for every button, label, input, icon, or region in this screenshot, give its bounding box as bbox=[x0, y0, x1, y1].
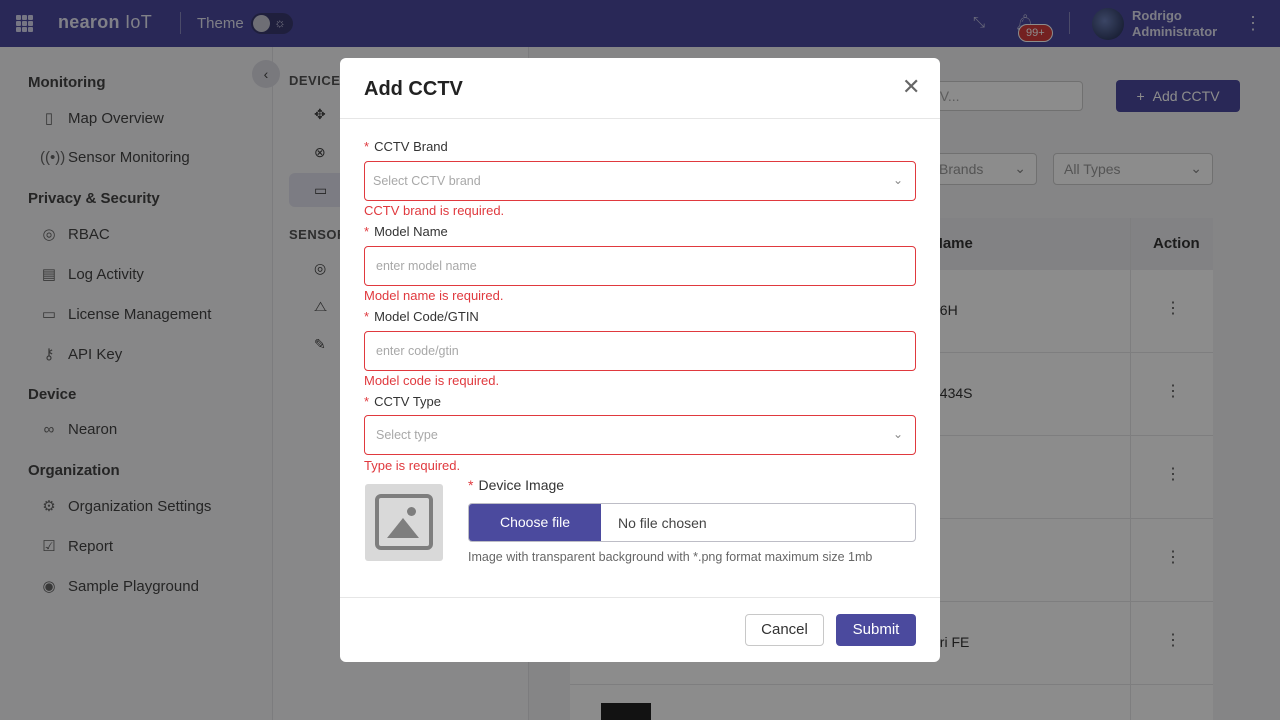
footer-divider bbox=[340, 597, 940, 598]
model-error: Model name is required. bbox=[364, 288, 504, 303]
chevron-down-icon: ⌄ bbox=[892, 427, 903, 441]
type-error: Type is required. bbox=[364, 458, 461, 473]
code-label: * Model Code/GTIN bbox=[364, 309, 479, 324]
header-divider bbox=[340, 118, 940, 119]
type-label: * CCTV Type bbox=[364, 394, 442, 409]
choose-file-button[interactable]: Choose file bbox=[469, 504, 601, 541]
modal-title: Add CCTV bbox=[364, 78, 463, 100]
device-image-label: * Device Image bbox=[468, 477, 565, 493]
brand-placeholder: Select CCTV brand bbox=[373, 174, 481, 188]
brand-select[interactable]: Select CCTV brand ⌄ bbox=[364, 161, 916, 201]
code-error: Model code is required. bbox=[364, 373, 500, 388]
close-icon[interactable]: ✕ bbox=[902, 74, 920, 100]
brand-error: CCTV brand is required. bbox=[364, 203, 505, 218]
model-code-input[interactable]: enter code/gtin bbox=[364, 331, 916, 371]
file-name: No file chosen bbox=[618, 515, 707, 531]
image-placeholder-icon bbox=[365, 484, 443, 561]
image-hint: Image with transparent background with *… bbox=[468, 550, 873, 564]
model-name-input[interactable]: enter model name bbox=[364, 246, 916, 286]
add-cctv-modal: Add CCTV ✕ * CCTV Brand Select CCTV brand… bbox=[340, 58, 940, 662]
chevron-down-icon: ⌄ bbox=[892, 173, 903, 187]
submit-button[interactable]: Submit bbox=[836, 614, 916, 646]
brand-label: * CCTV Brand bbox=[364, 139, 448, 154]
file-input[interactable]: Choose file No file chosen bbox=[468, 503, 916, 542]
model-label: * Model Name bbox=[364, 224, 448, 239]
cancel-button[interactable]: Cancel bbox=[745, 614, 824, 646]
type-select[interactable]: Select type ⌄ bbox=[364, 415, 916, 455]
type-placeholder: Select type bbox=[376, 428, 438, 442]
